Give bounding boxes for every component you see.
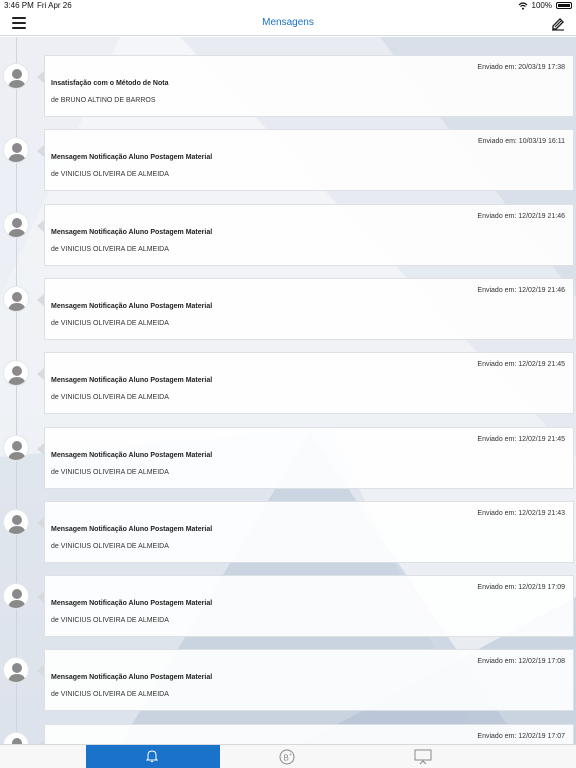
message-subject: Mensagem Notificação Aluno Postagem Mate… <box>51 600 213 608</box>
avatar-icon <box>3 657 29 684</box>
message-date: Enviado em: 12/02/19 21:45 <box>477 435 565 443</box>
message-sender: de VINICIUS OLIVEIRA DE ALMEIDA <box>51 171 169 179</box>
message-item[interactable]: Enviado em: 12/02/19 21:45 Mensagem Notif… <box>0 426 576 491</box>
card-pointer <box>37 219 44 232</box>
message-card[interactable]: Enviado em: 20/03/19 17:38 Insatisfação c… <box>44 55 574 117</box>
card-pointer <box>37 368 44 381</box>
message-date: Enviado em: 12/02/19 21:46 <box>477 286 565 294</box>
card-pointer <box>37 442 44 455</box>
message-card[interactable]: Enviado em: 12/02/19 21:43 Mensagem Notif… <box>44 500 574 563</box>
message-item[interactable]: Enviado em: 12/02/19 21:43 Mensagem Notif… <box>0 500 576 565</box>
message-card[interactable]: Enviado em: 12/02/19 17:09 Mensagem Notif… <box>44 575 574 638</box>
message-date: Enviado em: 12/02/19 21:43 <box>477 509 565 517</box>
message-card[interactable]: Enviado em: 12/02/19 17:08 Mensagem Notif… <box>44 649 574 712</box>
message-item[interactable]: Enviado em: 10/03/19 16:11 Mensagem Notif… <box>0 129 576 193</box>
avatar-icon <box>3 508 29 535</box>
status-time: 3:46 PM <box>4 1 34 10</box>
card-pointer <box>37 591 44 604</box>
svg-text:+: + <box>289 752 292 758</box>
card-pointer <box>37 665 44 678</box>
bell-icon <box>145 750 159 763</box>
message-card[interactable]: Enviado em: 12/02/19 17:07 <box>44 723 574 744</box>
card-pointer <box>37 145 44 158</box>
message-date: Enviado em: 10/03/19 16:11 <box>477 138 565 146</box>
status-date: Fri Apr 26 <box>37 1 72 10</box>
message-sender: de VINICIUS OLIVEIRA DE ALMEIDA <box>51 394 169 402</box>
message-date: Enviado em: 12/02/19 17:07 <box>477 732 565 740</box>
message-sender: de VINICIUS OLIVEIRA DE ALMEIDA <box>51 319 169 327</box>
card-pointer <box>37 293 44 306</box>
message-item[interactable]: Enviado em: 12/02/19 17:07 <box>0 723 576 744</box>
message-item[interactable]: Enviado em: 12/02/19 21:46 Mensagem Notif… <box>0 277 576 342</box>
message-card[interactable]: Enviado em: 12/02/19 21:45 Mensagem Notif… <box>44 426 574 489</box>
message-item[interactable]: Enviado em: 12/02/19 21:45 Mensagem Notif… <box>0 352 576 416</box>
avatar-icon <box>3 137 29 164</box>
message-item[interactable]: Enviado em: 20/03/19 17:38 Insatisfação c… <box>0 55 576 119</box>
nav-bar: Mensagens <box>0 12 576 36</box>
message-sender: de VINICIUS OLIVEIRA DE ALMEIDA <box>51 245 169 253</box>
message-date: Enviado em: 12/02/19 21:46 <box>477 212 565 220</box>
message-date: Enviado em: 12/02/19 17:09 <box>477 584 565 592</box>
card-pointer <box>37 71 44 83</box>
message-subject: Mensagem Notificação Aluno Postagem Mate… <box>51 154 213 162</box>
avatar-icon <box>3 731 29 744</box>
avatar-icon <box>3 285 29 312</box>
page-title: Mensagens <box>262 17 314 28</box>
message-date: Enviado em: 12/02/19 21:45 <box>477 361 565 369</box>
status-bar: 3:46 PM Fri Apr 26 100% <box>0 0 576 12</box>
message-sender: de VINICIUS OLIVEIRA DE ALMEIDA <box>51 617 169 625</box>
tab-bar: B + <box>0 744 576 768</box>
avatar-icon <box>3 63 29 89</box>
avatar-icon <box>3 434 29 461</box>
message-sender: de VINICIUS OLIVEIRA DE ALMEIDA <box>51 691 169 699</box>
message-item[interactable]: Enviado em: 12/02/19 21:46 Mensagem Notif… <box>0 203 576 268</box>
message-date: Enviado em: 12/02/19 17:08 <box>477 658 565 666</box>
message-sender: de BRUNO ALTINO DE BARROS <box>51 97 156 104</box>
message-item[interactable]: Enviado em: 12/02/19 17:08 Mensagem Notif… <box>0 649 576 713</box>
message-subject: Mensagem Notificação Aluno Postagem Mate… <box>51 525 213 533</box>
tab-notifications[interactable] <box>86 745 220 768</box>
wifi-icon <box>518 1 527 10</box>
status-indicators: 100% <box>518 1 572 10</box>
card-pointer <box>37 516 44 529</box>
message-date: Enviado em: 20/03/19 17:38 <box>477 64 565 71</box>
message-subject: Mensagem Notificação Aluno Postagem Mate… <box>51 302 213 310</box>
message-sender: de VINICIUS OLIVEIRA DE ALMEIDA <box>51 542 169 550</box>
message-card[interactable]: Enviado em: 10/03/19 16:11 Mensagem Notif… <box>44 129 574 192</box>
tab-presentation[interactable] <box>355 745 489 768</box>
avatar-icon <box>3 360 29 387</box>
message-subject: Mensagem Notificação Aluno Postagem Mate… <box>51 674 213 682</box>
message-subject: Mensagem Notificação Aluno Postagem Mate… <box>51 451 213 459</box>
message-item[interactable]: Enviado em: 12/02/19 17:09 Mensagem Notif… <box>0 575 576 639</box>
battery-icon <box>556 2 572 9</box>
message-subject: Mensagem Notificação Aluno Postagem Mate… <box>51 228 213 236</box>
edit-icon[interactable] <box>550 16 566 32</box>
battery-percent: 100% <box>531 1 552 10</box>
message-subject: Mensagem Notificação Aluno Postagem Mate… <box>51 377 213 385</box>
message-subject: Insatisfação com o Método de Nota <box>51 80 169 87</box>
avatar-icon <box>3 211 29 238</box>
message-card[interactable]: Enviado em: 12/02/19 21:46 Mensagem Notif… <box>44 203 574 266</box>
message-card[interactable]: Enviado em: 12/02/19 21:45 Mensagem Notif… <box>44 352 574 415</box>
message-card[interactable]: Enviado em: 12/02/19 21:46 Mensagem Notif… <box>44 277 574 340</box>
message-sender: de VINICIUS OLIVEIRA DE ALMEIDA <box>51 468 169 476</box>
message-list[interactable]: Enviado em: 20/03/19 17:38 Insatisfação c… <box>0 37 576 744</box>
avatar-icon <box>3 583 29 610</box>
tab-bplus[interactable]: B + <box>220 745 354 768</box>
presentation-icon <box>414 749 432 765</box>
bplus-icon: B + <box>279 749 295 765</box>
